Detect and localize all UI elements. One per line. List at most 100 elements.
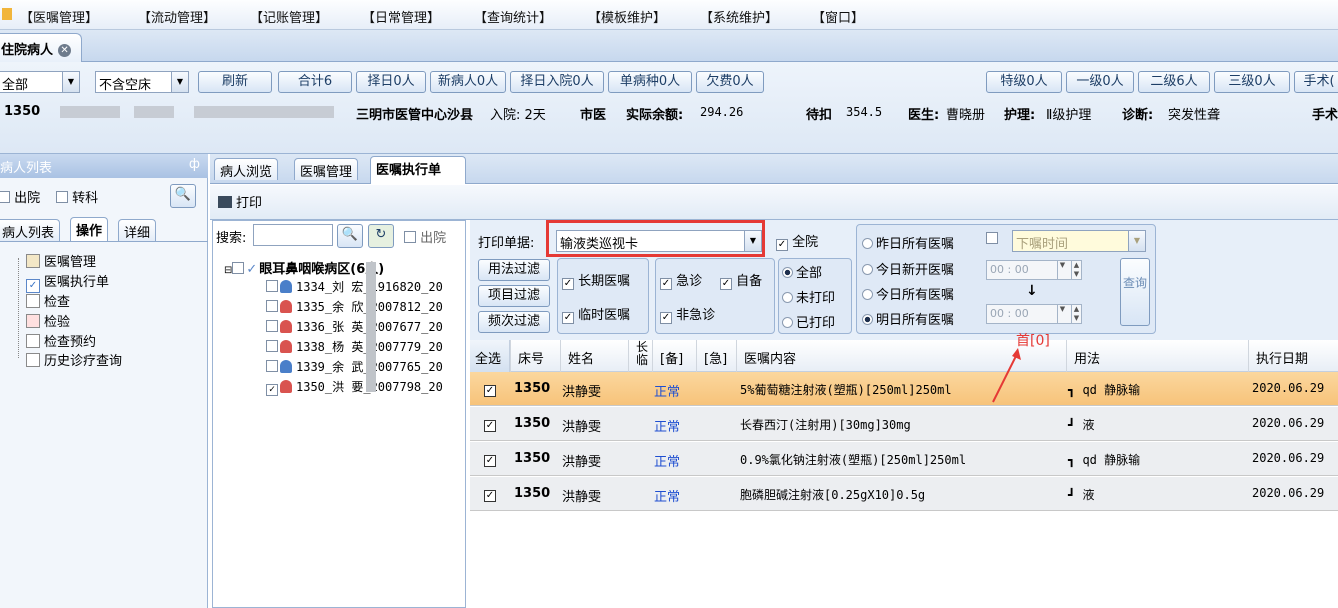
col-name[interactable]: 姓名 bbox=[568, 348, 594, 367]
long-term-filter[interactable]: 长期医嘱 bbox=[562, 270, 630, 290]
radio[interactable] bbox=[862, 264, 873, 275]
urgent-filter[interactable]: 急诊 bbox=[660, 270, 702, 290]
col-usage[interactable]: 用法 bbox=[1074, 348, 1100, 367]
search-input[interactable] bbox=[253, 224, 333, 246]
scheduled-admit-button[interactable]: 择日入院0人 bbox=[510, 71, 604, 93]
checkbox[interactable] bbox=[484, 385, 496, 397]
pin-icon[interactable]: ф bbox=[189, 157, 200, 172]
transfer-filter[interactable]: 转科 bbox=[56, 187, 98, 206]
spinner-icon[interactable]: ▲ ▼ bbox=[1071, 261, 1081, 279]
tab-order-management[interactable]: 医嘱管理 bbox=[294, 158, 359, 180]
checkbox[interactable] bbox=[660, 312, 672, 324]
col-self[interactable]: [备] bbox=[660, 348, 683, 367]
row-checkbox[interactable] bbox=[484, 451, 496, 467]
radio[interactable] bbox=[782, 267, 793, 278]
end-time-input[interactable]: 00 : 00 ▼ ▲ ▼ bbox=[986, 304, 1082, 324]
patient-tree-item[interactable]: 1335_余 欣_2007812_20 bbox=[266, 298, 443, 315]
col-content[interactable]: 医嘱内容 bbox=[744, 348, 796, 367]
patient-tree-item[interactable]: 1350_洪 要_2007798_20 bbox=[266, 378, 443, 396]
checkbox[interactable] bbox=[232, 262, 245, 274]
op-history[interactable]: 历史诊疗查询 bbox=[26, 350, 122, 369]
radio[interactable] bbox=[862, 314, 873, 325]
bed-select[interactable]: 不含空床 ▼ bbox=[95, 71, 189, 93]
checkbox[interactable] bbox=[562, 312, 574, 324]
op-order-management[interactable]: 医嘱管理 bbox=[26, 251, 96, 270]
query-button[interactable]: 查询 bbox=[1120, 258, 1150, 326]
row-checkbox[interactable] bbox=[484, 416, 496, 432]
refresh-tree-button[interactable]: ↻ bbox=[368, 224, 394, 248]
col-long-temp[interactable]: 长临 bbox=[636, 341, 649, 367]
op-lab-test[interactable]: 检验 bbox=[26, 311, 70, 330]
checkbox[interactable] bbox=[484, 490, 496, 502]
checkbox[interactable] bbox=[484, 455, 496, 467]
item-filter-button[interactable]: 项目过滤 bbox=[478, 285, 550, 307]
checkbox[interactable] bbox=[266, 360, 278, 372]
all-hospital-filter[interactable]: 全院 bbox=[776, 231, 818, 251]
tab-patient-list[interactable]: 病人列表 bbox=[0, 219, 61, 241]
chevron-down-icon[interactable]: ▼ bbox=[1057, 261, 1067, 279]
search-button[interactable]: 🔍 bbox=[337, 224, 363, 248]
arrears-button[interactable]: 欠费0人 bbox=[696, 71, 764, 93]
menu-billing[interactable]: 【记账管理】 bbox=[250, 7, 328, 26]
checkbox[interactable] bbox=[986, 232, 998, 244]
transfer-checkbox[interactable] bbox=[56, 191, 68, 203]
print-button[interactable]: 打印 bbox=[218, 192, 262, 211]
menu-query[interactable]: 【查询统计】 bbox=[474, 7, 552, 26]
spinner-icon[interactable]: ▲ ▼ bbox=[1071, 305, 1081, 323]
menu-daily[interactable]: 【日常管理】 bbox=[362, 7, 440, 26]
checkbox[interactable] bbox=[266, 340, 278, 352]
radio[interactable] bbox=[782, 317, 793, 328]
scheduled-button[interactable]: 择日0人 bbox=[356, 71, 426, 93]
menu-flow[interactable]: 【流动管理】 bbox=[138, 7, 216, 26]
table-row[interactable]: 1350 洪静雯 正常 0.9%氯化钠注射液(塑瓶)[250ml]250ml ┓ qd … bbox=[470, 442, 1338, 476]
menu-orders[interactable]: 【医嘱管理】 bbox=[20, 7, 98, 26]
op-exam-booking[interactable]: 检查预约 bbox=[26, 331, 96, 350]
patient-tree-item[interactable]: 1336_张 英_2007677_20 bbox=[266, 318, 443, 335]
table-row[interactable]: 1350 洪静雯 正常 胞磷胆碱注射液[0.25gX10]0.5g ┛ 液 2020.06… bbox=[470, 477, 1338, 511]
patient-tree-item[interactable]: 1334_刘 宏_1916820_20 bbox=[266, 278, 443, 295]
op-examination[interactable]: 检查 bbox=[26, 291, 70, 310]
radio[interactable] bbox=[862, 238, 873, 249]
discharged-checkbox[interactable] bbox=[0, 191, 10, 203]
level3-button[interactable]: 三级0人 bbox=[1214, 71, 1290, 93]
print-all-radio[interactable]: 全部 bbox=[782, 262, 822, 281]
ward-node[interactable]: ⊟ ✓ 眼耳鼻咽喉病区(6人) bbox=[224, 258, 384, 277]
refresh-button[interactable]: 刷新 bbox=[198, 71, 272, 93]
menu-template[interactable]: 【模板维护】 bbox=[588, 7, 666, 26]
patient-tree-item[interactable]: 1338_杨 英_2007779_20 bbox=[266, 338, 443, 355]
search-button[interactable]: 🔍 bbox=[170, 184, 196, 208]
close-icon[interactable]: ✕ bbox=[58, 44, 72, 57]
tab-details[interactable]: 详细 bbox=[118, 219, 157, 241]
tomorrow-all-radio[interactable]: 明日所有医嘱 bbox=[862, 309, 954, 328]
menu-window[interactable]: 【窗口】 bbox=[812, 7, 864, 26]
row-checkbox[interactable] bbox=[484, 381, 496, 397]
checkbox[interactable] bbox=[266, 384, 278, 396]
radio[interactable] bbox=[862, 289, 873, 300]
tab-inpatients[interactable]: 住院病人 ✕ bbox=[0, 33, 82, 62]
checkbox[interactable] bbox=[776, 239, 788, 251]
row-checkbox[interactable] bbox=[484, 486, 496, 502]
checkbox[interactable] bbox=[660, 278, 672, 290]
checkbox[interactable] bbox=[266, 320, 278, 332]
checkbox[interactable] bbox=[266, 300, 278, 312]
tab-order-execution[interactable]: 医嘱执行单 bbox=[370, 156, 466, 184]
checkbox[interactable] bbox=[720, 278, 732, 290]
temporary-filter[interactable]: 临时医嘱 bbox=[562, 304, 630, 324]
collapse-icon[interactable]: ⊟ bbox=[224, 265, 232, 276]
col-bed[interactable]: 床号 bbox=[518, 348, 544, 367]
menu-system[interactable]: 【系统维护】 bbox=[700, 7, 778, 26]
discharged-filter[interactable]: 出院 bbox=[0, 187, 40, 206]
total-button[interactable]: 合计6 bbox=[278, 71, 352, 93]
usage-filter-button[interactable]: 用法过滤 bbox=[478, 259, 550, 281]
new-patient-button[interactable]: 新病人0人 bbox=[430, 71, 506, 93]
tab-patient-browse[interactable]: 病人浏览 bbox=[214, 158, 279, 180]
not-printed-radio[interactable]: 未打印 bbox=[782, 287, 835, 306]
start-time-input[interactable]: 00 : 00 ▼ ▲ ▼ bbox=[986, 260, 1082, 280]
today-new-radio[interactable]: 今日新开医嘱 bbox=[862, 259, 954, 278]
frequency-filter-button[interactable]: 频次过滤 bbox=[478, 311, 550, 333]
non-urgent-filter[interactable]: 非急诊 bbox=[660, 304, 715, 324]
order-time-filter[interactable] bbox=[986, 232, 998, 247]
today-all-radio[interactable]: 今日所有医嘱 bbox=[862, 284, 954, 303]
checkbox[interactable] bbox=[266, 280, 278, 292]
surgery-button[interactable]: 手术( bbox=[1294, 71, 1338, 93]
